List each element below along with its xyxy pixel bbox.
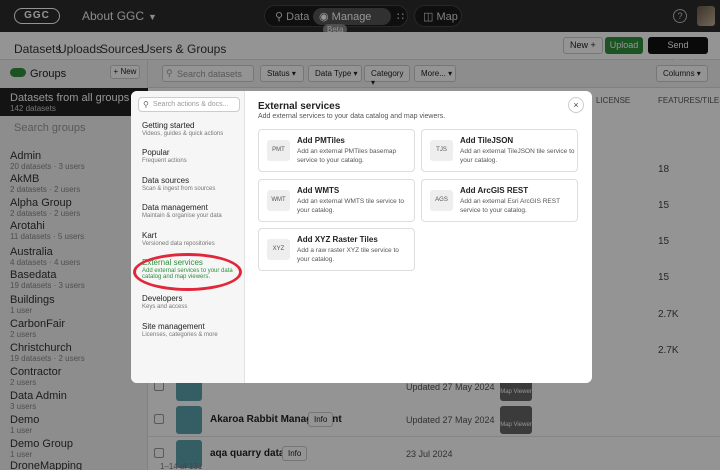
- card-desc: Add an external TileJSON tile service to…: [460, 148, 575, 164]
- category-desc: Maintain & organise your data: [142, 213, 222, 219]
- category-name: Kart: [142, 231, 157, 240]
- category-name: Data sources: [142, 176, 190, 185]
- search-icon: ⚲: [143, 100, 149, 109]
- card-desc: Add an external PMTiles basemap service …: [297, 148, 397, 164]
- add-xyz-raster-tiles-card[interactable]: XYZ Add XYZ Raster Tiles Add a raw raste…: [258, 228, 415, 271]
- category-name: Site management: [142, 322, 205, 331]
- category-developers[interactable]: Developers Keys and access: [142, 294, 242, 310]
- category-data-management[interactable]: Data management Maintain & organise your …: [142, 203, 242, 219]
- card-desc: Add a raw raster XYZ tile service to you…: [297, 247, 399, 263]
- card-title: Add PMTiles: [297, 136, 345, 145]
- add-arcgis-rest-card[interactable]: AGS Add ArcGIS REST Add an external Esri…: [421, 179, 578, 222]
- category-name: Data management: [142, 203, 208, 212]
- category-site-management[interactable]: Site management Licenses, categories & mo…: [142, 322, 242, 338]
- modal-subtitle: Add external services to your data catal…: [258, 113, 446, 120]
- category-kart[interactable]: Kart Versioned data repositories: [142, 231, 242, 247]
- add-tilejson-card[interactable]: TJS Add TileJSON Add an external TileJSO…: [421, 129, 578, 172]
- search-actions-input[interactable]: ⚲ Search actions & docs...: [138, 97, 240, 112]
- search-actions-placeholder: Search actions & docs...: [153, 101, 229, 108]
- category-desc: Keys and access: [142, 304, 188, 310]
- category-desc: Versioned data repositories: [142, 241, 215, 247]
- category-name: Developers: [142, 294, 183, 303]
- category-name: Getting started: [142, 121, 195, 130]
- pmtiles-icon: PMT: [267, 140, 290, 161]
- category-desc: Frequent actions: [142, 158, 187, 164]
- category-desc: Licenses, categories & more: [142, 332, 218, 338]
- wmts-icon: WMT: [267, 190, 290, 211]
- category-desc: Scan & ingest from sources: [142, 186, 216, 192]
- arcgis-icon: AGS: [430, 190, 453, 211]
- category-data-sources[interactable]: Data sources Scan & ingest from sources: [142, 176, 242, 192]
- card-title: Add ArcGIS REST: [460, 186, 529, 195]
- card-desc: Add an external Esri ArcGIS REST service…: [460, 198, 560, 214]
- category-desc: Videos, guides & quick actions: [142, 131, 224, 137]
- category-external-services[interactable]: External services Add external services …: [133, 253, 242, 291]
- highlight-circle: [133, 253, 242, 291]
- card-title: Add WMTS: [297, 186, 340, 195]
- close-icon[interactable]: ×: [568, 97, 584, 113]
- category-name: Popular: [142, 148, 170, 157]
- card-title: Add XYZ Raster Tiles: [297, 235, 378, 244]
- card-title: Add TileJSON: [460, 136, 514, 145]
- add-wmts-card[interactable]: WMT Add WMTS Add an external WMTS tile s…: [258, 179, 415, 222]
- category-popular[interactable]: Popular Frequent actions: [142, 148, 242, 164]
- add-pmtiles-card[interactable]: PMT Add PMTiles Add an external PMTiles …: [258, 129, 415, 172]
- xyz-icon: XYZ: [267, 239, 290, 260]
- actions-modal: ⚲ Search actions & docs... Getting starte…: [131, 91, 592, 383]
- modal-title: External services: [258, 101, 341, 112]
- card-desc: Add an external WMTS tile service to you…: [297, 198, 404, 214]
- category-getting-started[interactable]: Getting started Videos, guides & quick ac…: [142, 121, 242, 137]
- modal-sidebar: ⚲ Search actions & docs... Getting starte…: [131, 91, 245, 383]
- tilejson-icon: TJS: [430, 140, 453, 161]
